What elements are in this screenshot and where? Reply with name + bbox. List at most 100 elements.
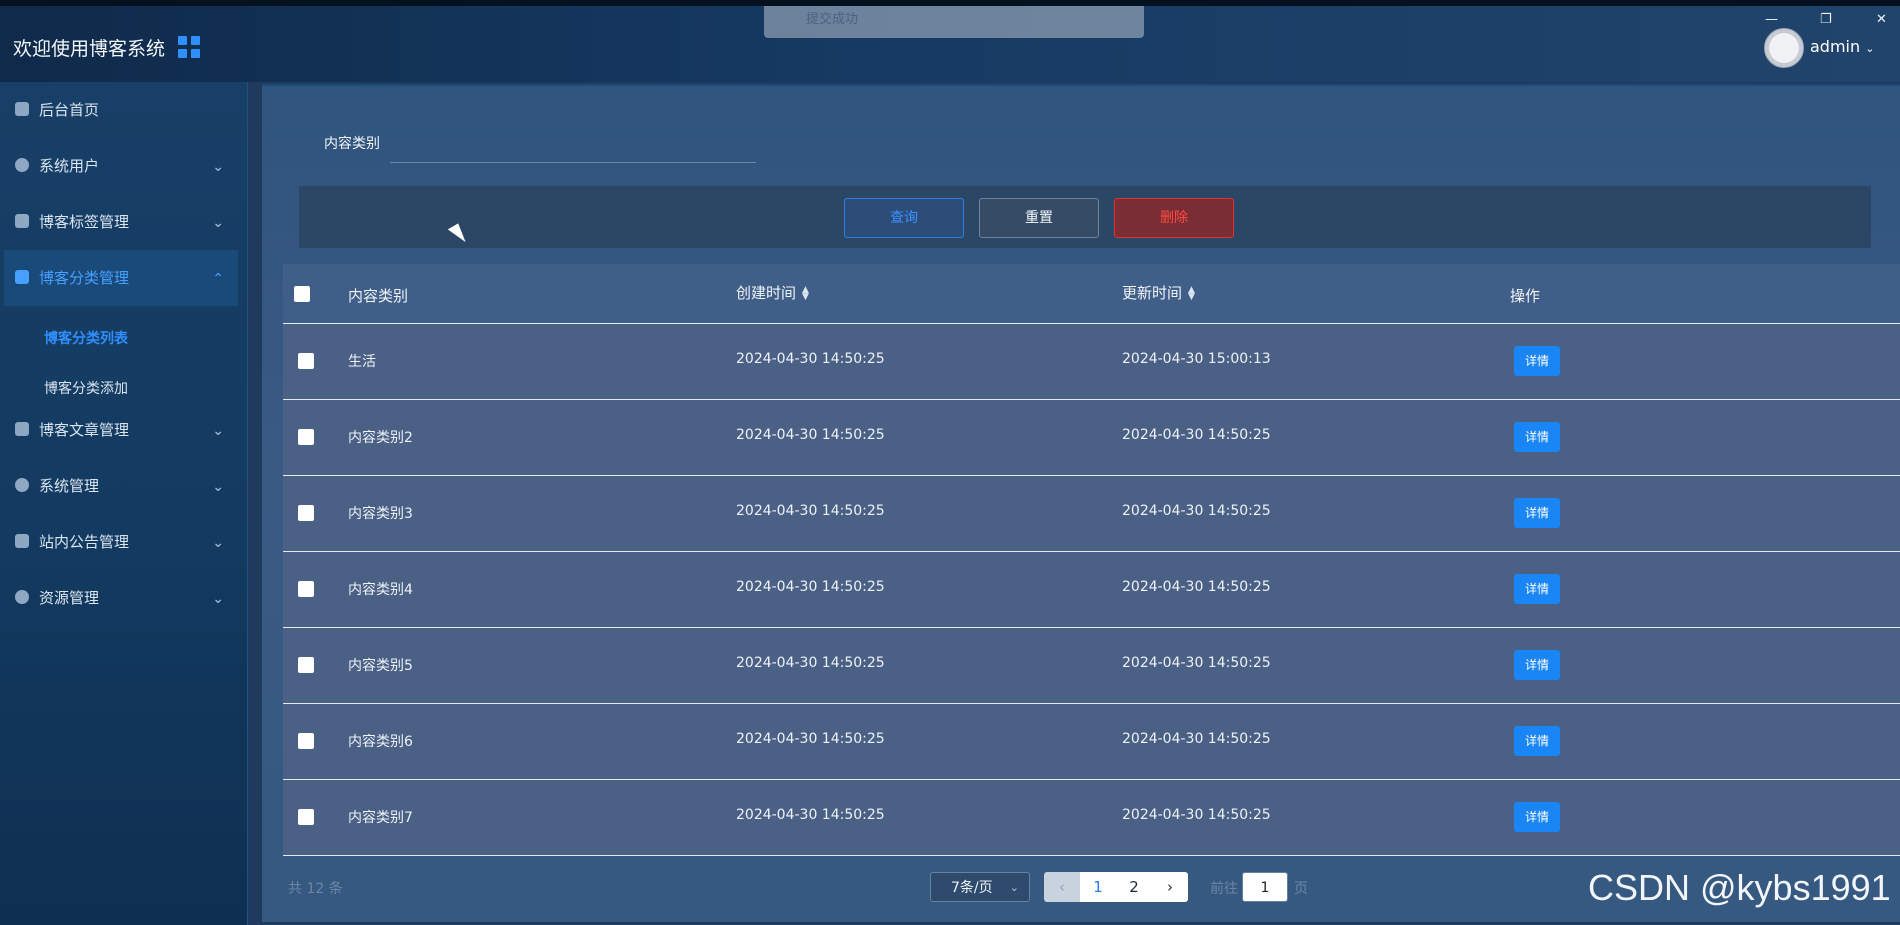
sort-icon[interactable]: ▲ ▼ xyxy=(802,285,809,301)
page-list: ‹ 1 2 › xyxy=(1044,872,1188,902)
chevron-down-icon: ⌄ xyxy=(1865,42,1875,55)
cell-created: 2024-04-30 14:50:25 xyxy=(736,655,885,671)
chevron-down-icon: ⌄ xyxy=(212,535,224,551)
detail-button[interactable]: 详情 xyxy=(1514,726,1560,756)
column-header-updated[interactable]: 更新时间 ▲ ▼ xyxy=(1122,282,1195,303)
detail-button[interactable]: 详情 xyxy=(1514,650,1560,680)
delete-button[interactable]: 删除 xyxy=(1114,198,1234,238)
chevron-down-icon: ⌄ xyxy=(212,591,224,607)
page-button-2[interactable]: 2 xyxy=(1116,872,1152,902)
cell-updated: 2024-04-30 14:50:25 xyxy=(1122,731,1271,747)
column-header-category: 内容类别 xyxy=(348,287,409,305)
row-checkbox[interactable] xyxy=(298,581,314,597)
goto-unit: 页 xyxy=(1294,881,1308,897)
page-button-1[interactable]: 1 xyxy=(1080,872,1116,902)
pie-chart-icon xyxy=(15,590,29,604)
category-filter-input[interactable] xyxy=(390,130,756,163)
prev-page-button[interactable]: ‹ xyxy=(1044,872,1080,902)
cell-category: 生活 xyxy=(348,354,376,370)
user-icon xyxy=(15,158,29,172)
table-row: 生活 2024-04-30 14:50:25 2024-04-30 15:00:… xyxy=(283,324,1900,400)
toast-text: 提交成功 xyxy=(806,12,859,27)
column-header-label: 更新时间 xyxy=(1122,284,1183,302)
detail-button[interactable]: 详情 xyxy=(1514,422,1560,452)
sidebar-item-system[interactable]: 系统管理 ⌄ xyxy=(0,458,248,514)
query-button[interactable]: 查询 xyxy=(844,198,964,238)
sidebar-sub-category-add[interactable]: 博客分类添加 xyxy=(44,378,128,398)
row-checkbox[interactable] xyxy=(298,505,314,521)
table-row: 内容类别2 2024-04-30 14:50:25 2024-04-30 14:… xyxy=(283,400,1900,476)
close-icon[interactable]: ✕ xyxy=(1876,12,1887,27)
sidebar-item-categories[interactable]: 博客分类管理 ⌃ xyxy=(4,250,238,306)
gear-icon xyxy=(15,478,29,492)
cell-category: 内容类别2 xyxy=(348,430,413,446)
action-bar: 查询 重置 删除 xyxy=(299,186,1871,248)
page-size-select[interactable]: 7条/页 ⌄ xyxy=(930,872,1030,902)
home-icon xyxy=(15,102,29,116)
cell-created: 2024-04-30 14:50:25 xyxy=(736,503,885,519)
table-row: 内容类别7 2024-04-30 14:50:25 2024-04-30 14:… xyxy=(283,780,1900,856)
table-row: 内容类别6 2024-04-30 14:50:25 2024-04-30 14:… xyxy=(283,704,1900,780)
row-checkbox[interactable] xyxy=(298,657,314,673)
cell-created: 2024-04-30 14:50:25 xyxy=(736,731,885,747)
cell-created: 2024-04-30 14:50:25 xyxy=(736,351,885,367)
select-all-checkbox[interactable] xyxy=(294,286,310,302)
row-checkbox[interactable] xyxy=(298,733,314,749)
row-checkbox[interactable] xyxy=(298,429,314,445)
cell-category: 内容类别3 xyxy=(348,506,413,522)
app-title: 欢迎使用博客系统 xyxy=(13,38,166,60)
minimize-icon[interactable]: — xyxy=(1765,12,1778,27)
top-bar: 欢迎使用博客系统 提交成功 — ❐ ✕ admin ⌄ xyxy=(0,0,1900,82)
goto-label: 前往 xyxy=(1210,881,1238,897)
document-icon xyxy=(15,534,29,548)
chevron-down-icon: ⌄ xyxy=(1009,881,1019,894)
total-count: 共 12 条 xyxy=(288,881,343,897)
category-filter-label: 内容类别 xyxy=(324,136,380,152)
sidebar-item-label: 博客文章管理 xyxy=(39,421,130,439)
user-name: admin xyxy=(1810,37,1861,56)
sidebar-item-label: 博客分类管理 xyxy=(39,269,130,287)
avatar[interactable] xyxy=(1764,28,1804,68)
sidebar-item-users[interactable]: 系统用户 ⌄ xyxy=(0,138,248,194)
sidebar-item-label: 资源管理 xyxy=(39,589,100,607)
detail-button[interactable]: 详情 xyxy=(1514,802,1560,832)
main-content: 内容类别 查询 重置 删除 内容类别 创建时间 ▲ ▼ 更新时间 ▲ ▼ 操作 生活 2… xyxy=(262,84,1900,922)
sidebar-item-notices[interactable]: 站内公告管理 ⌄ xyxy=(0,514,248,570)
page-size-value: 7条/页 xyxy=(951,880,993,896)
table-row: 内容类别3 2024-04-30 14:50:25 2024-04-30 14:… xyxy=(283,476,1900,552)
cell-created: 2024-04-30 14:50:25 xyxy=(736,427,885,443)
sidebar-item-tags[interactable]: 博客标签管理 ⌄ xyxy=(0,194,248,250)
grid-icon xyxy=(15,422,29,436)
sidebar: 后台首页 系统用户 ⌄ 博客标签管理 ⌄ 博客分类管理 ⌃ 博客分类列表 博客分… xyxy=(0,82,248,925)
chevron-down-icon: ⌄ xyxy=(212,159,224,175)
reset-button[interactable]: 重置 xyxy=(979,198,1099,238)
column-header-created[interactable]: 创建时间 ▲ ▼ xyxy=(736,282,809,303)
watermark: CSDN @kybs1991 xyxy=(1588,867,1891,908)
detail-button[interactable]: 详情 xyxy=(1514,498,1560,528)
sidebar-item-label: 系统用户 xyxy=(39,157,100,175)
sidebar-item-articles[interactable]: 博客文章管理 ⌄ xyxy=(0,402,248,458)
sidebar-item-label: 系统管理 xyxy=(39,477,100,495)
grid-menu-icon[interactable] xyxy=(177,35,201,59)
sidebar-item-home[interactable]: 后台首页 xyxy=(0,82,248,138)
category-table: 内容类别 创建时间 ▲ ▼ 更新时间 ▲ ▼ 操作 生活 2024-04-30 14:5… xyxy=(283,264,1900,856)
detail-button[interactable]: 详情 xyxy=(1514,346,1560,376)
detail-button[interactable]: 详情 xyxy=(1514,574,1560,604)
cell-updated: 2024-04-30 14:50:25 xyxy=(1122,503,1271,519)
table-row: 内容类别5 2024-04-30 14:50:25 2024-04-30 14:… xyxy=(283,628,1900,704)
row-checkbox[interactable] xyxy=(298,353,314,369)
row-checkbox[interactable] xyxy=(298,809,314,825)
sidebar-item-resources[interactable]: 资源管理 ⌄ xyxy=(0,570,248,626)
sort-icon[interactable]: ▲ ▼ xyxy=(1188,285,1195,301)
restore-icon[interactable]: ❐ xyxy=(1820,12,1832,27)
cell-updated: 2024-04-30 14:50:25 xyxy=(1122,655,1271,671)
user-menu[interactable]: admin ⌄ xyxy=(1810,37,1874,56)
cell-created: 2024-04-30 14:50:25 xyxy=(736,579,885,595)
goto-page-input[interactable]: 1 xyxy=(1242,872,1288,902)
chevron-down-icon: ⌄ xyxy=(212,215,224,231)
cell-category: 内容类别7 xyxy=(348,810,413,826)
sidebar-sub-category-list[interactable]: 博客分类列表 xyxy=(44,328,128,348)
next-page-button[interactable]: › xyxy=(1152,872,1188,902)
chevron-down-icon: ⌄ xyxy=(212,423,224,439)
grid-icon xyxy=(15,214,29,228)
